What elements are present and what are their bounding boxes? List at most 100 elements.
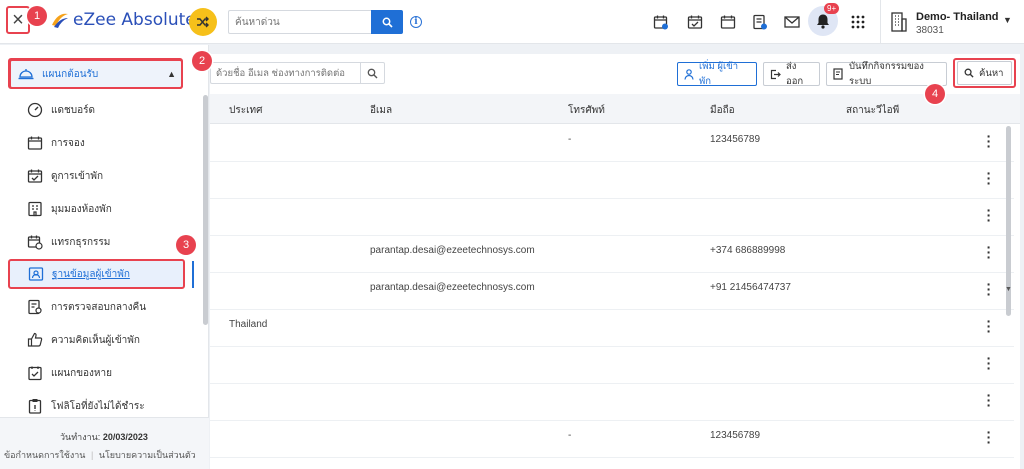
annotation-marker-2: 2 (192, 51, 212, 71)
mail-icon[interactable] (783, 13, 801, 31)
apps-grid-icon[interactable] (849, 13, 867, 31)
terms-link[interactable]: ข้อกำหนดการใช้งาน (4, 450, 85, 460)
table-row[interactable]: parantap.desai@ezeetechnosys.com +91 2145… (210, 273, 1014, 310)
lost-found-icon (27, 365, 43, 381)
audit-trail-label: บันทึกกิจกรรมของระบบ (849, 61, 924, 87)
table-row[interactable]: - 123456789 · · · (210, 125, 1014, 162)
sidebar-item-label: ฐานข้อมูลผู้เข้าพัก (52, 268, 130, 280)
column-phone[interactable]: โทรศัพท์ (568, 103, 605, 118)
guest-search-button[interactable] (360, 62, 385, 84)
sidebar-item-lost-found[interactable]: แผนกของหาย (0, 358, 200, 388)
table-row[interactable]: · · · (210, 384, 1014, 421)
close-menu-button[interactable]: × (6, 6, 30, 34)
row-actions-icon[interactable]: · · · (986, 351, 992, 375)
cell-mobile: +374 686889998 (710, 245, 786, 256)
sidebar-item-reservation[interactable]: การจอง (0, 128, 200, 158)
property-dropdown-icon[interactable]: ▼ (1003, 15, 1012, 25)
invoice-icon[interactable] (751, 13, 769, 31)
row-actions-icon[interactable]: · · · (986, 314, 992, 338)
guest-search-input[interactable] (210, 62, 360, 84)
notification-badge: 9+ (824, 3, 840, 14)
calendar-icon[interactable] (719, 13, 737, 31)
annotation-marker-3: 3 (176, 235, 196, 255)
sidebar-item-night-audit[interactable]: การตรวจสอบกลางคืน (0, 292, 200, 322)
header-divider (880, 0, 881, 44)
close-icon: × (12, 8, 24, 31)
stay-view-icon[interactable] (686, 13, 704, 31)
shuffle-button[interactable] (189, 8, 217, 36)
sidebar-item-stay-view[interactable]: ดูการเข้าพัก (0, 161, 200, 191)
table-row[interactable]: Thailand · · · (210, 310, 1014, 347)
cell-phone: - (568, 430, 572, 441)
cell-mobile: 123456789 (710, 430, 761, 441)
quick-search-button[interactable] (371, 10, 403, 34)
property-code: 38031 (916, 25, 944, 36)
table-row[interactable]: · · · (210, 162, 1014, 199)
add-guest-label: เพิ่ม ผู้เข้าพัก (699, 61, 739, 87)
sidebar-item-label: ดูการเข้าพัก (51, 170, 104, 182)
top-bar: × eZee Absolute i 9+ (0, 0, 1024, 44)
sidebar-item-room-view[interactable]: มุมมองห้องพัก (0, 194, 200, 224)
sidebar-item-guest-database[interactable]: ฐานข้อมูลผู้เข้าพัก (8, 259, 185, 289)
clipboard-icon (27, 398, 43, 414)
row-actions-icon[interactable]: · · · (986, 129, 992, 153)
app-logo[interactable]: eZee Absolute (50, 10, 196, 30)
info-icon[interactable]: i (410, 16, 422, 28)
row-actions-icon[interactable]: · · · (986, 203, 992, 227)
search-icon (367, 68, 378, 78)
add-guest-button[interactable]: เพิ่ม ผู้เข้าพัก (677, 61, 757, 87)
annotation-marker-4: 4 (925, 84, 945, 104)
cell-email: parantap.desai@ezeetechnosys.com (370, 282, 535, 293)
search-highlight (953, 58, 1016, 88)
column-email[interactable]: อีเมล (370, 103, 392, 118)
privacy-link[interactable]: นโยบายความเป็นส่วนตัว (99, 450, 196, 460)
sidebar-item-label: แดชบอร์ด (51, 104, 95, 116)
sidebar-item-guest-feedback[interactable]: ความคิดเห็นผู้เข้าพัก (0, 325, 200, 355)
table-row[interactable]: · · · (210, 347, 1014, 384)
department-selector[interactable]: แผนกต้อนรับ ▲ (9, 59, 183, 89)
department-label: แผนกต้อนรับ (42, 68, 99, 80)
front-desk-bell-icon (18, 69, 34, 80)
table-row[interactable]: - 123456789 · · · (210, 421, 1014, 458)
export-button[interactable]: ส่งออก (763, 61, 820, 87)
export-icon (770, 69, 781, 80)
new-reservation-icon[interactable] (652, 13, 670, 31)
room-grid-icon (27, 201, 43, 217)
building-icon (891, 12, 907, 32)
cell-email: parantap.desai@ezeetechnosys.com (370, 245, 535, 256)
row-actions-icon[interactable]: · · · (986, 277, 992, 301)
footer-links: ข้อกำหนดการใช้งาน | นโยบายความเป็นส่วนตั… (4, 448, 196, 462)
sidebar-item-dashboard[interactable]: แดชบอร์ด (0, 95, 200, 125)
table-row[interactable]: parantap.desai@ezeetechnosys.com +374 686… (210, 236, 1014, 273)
sidebar-item-label: แผนกของหาย (51, 367, 112, 379)
chevron-up-icon: ▲ (167, 69, 176, 79)
calendar-clock-icon (27, 234, 43, 250)
sidebar-scrollbar[interactable] (203, 95, 208, 325)
row-actions-icon[interactable]: · · · (986, 240, 992, 264)
sidebar-item-label: แทรกธุรกรรม (51, 236, 111, 248)
table-row[interactable]: · · · (210, 199, 1014, 236)
cell-mobile: 123456789 (710, 134, 761, 145)
scroll-down-icon[interactable]: ▼ (1005, 286, 1012, 293)
audit-trail-button[interactable]: บันทึกกิจกรรมของระบบ (826, 61, 947, 87)
sidebar-item-insert-transaction[interactable]: แทรกธุรกรรม (0, 227, 200, 257)
quick-search-input[interactable] (228, 10, 371, 34)
property-name[interactable]: Demo- Thailand (916, 11, 999, 23)
link-separator: | (90, 450, 94, 460)
audit-log-icon (833, 68, 844, 80)
sidebar-item-label: การจอง (51, 137, 85, 149)
calendar-check-icon (27, 168, 43, 184)
audit-icon (27, 299, 43, 315)
cell-mobile: +91 21456474737 (710, 282, 791, 293)
column-vip-status[interactable]: สถานะวีไอพี (846, 103, 899, 118)
column-mobile[interactable]: มือถือ (710, 103, 735, 118)
work-date-label: วันทำงาน: (60, 432, 101, 442)
work-date: วันทำงาน: 20/03/2023 (60, 430, 148, 444)
row-actions-icon[interactable]: · · · (986, 166, 992, 190)
app-name: eZee Absolute (73, 10, 196, 30)
row-actions-icon[interactable]: · · · (986, 388, 992, 412)
column-country[interactable]: ประเทศ (229, 103, 262, 118)
guest-database-panel: เพิ่ม ผู้เข้าพัก ส่งออก บันทึกกิจกรรมของ… (210, 54, 1020, 469)
row-actions-icon[interactable]: · · · (986, 425, 992, 449)
sidebar-item-label: โฟลิโอที่ยังไม่ได้ชำระ (51, 400, 145, 412)
